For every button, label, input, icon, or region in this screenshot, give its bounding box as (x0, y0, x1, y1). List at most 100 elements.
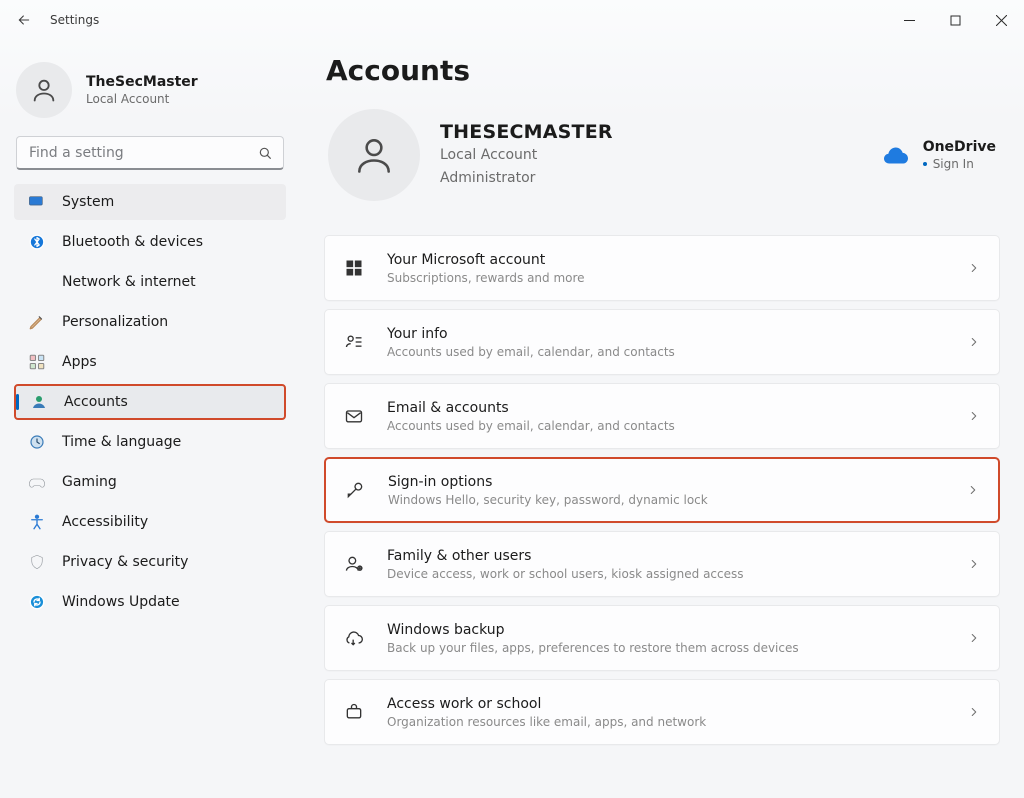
user-name: TheSecMaster (86, 74, 198, 90)
card-subtitle: Windows Hello, security key, password, d… (388, 493, 944, 507)
card-title: Your Microsoft account (387, 252, 945, 268)
arrow-left-icon (16, 12, 32, 28)
yourinfo-icon (343, 331, 365, 353)
card-subtitle: Accounts used by email, calendar, and co… (387, 419, 945, 433)
sidebar-item-label: Time & language (62, 434, 181, 450)
card-title: Access work or school (387, 696, 945, 712)
sidebar-item-label: System (62, 194, 114, 210)
maximize-icon (950, 15, 961, 26)
sidebar-user[interactable]: TheSecMaster Local Account (14, 56, 286, 136)
sidebar-item-label: Gaming (62, 474, 117, 490)
sidebar-item-label: Bluetooth & devices (62, 234, 203, 250)
card-subtitle: Subscriptions, rewards and more (387, 271, 945, 285)
onedrive-block[interactable]: OneDrive Sign In (883, 139, 996, 171)
sidebar-item-gaming[interactable]: Gaming (14, 464, 286, 500)
card-subtitle: Device access, work or school users, kio… (387, 567, 945, 581)
family-icon (343, 553, 365, 575)
sidebar-item-label: Apps (62, 354, 97, 370)
card-email[interactable]: Email & accounts Accounts used by email, … (324, 383, 1000, 449)
email-icon (343, 405, 365, 427)
update-icon (28, 593, 46, 611)
user-subtitle: Local Account (86, 92, 198, 106)
sidebar-item-label: Network & internet (62, 274, 196, 290)
chevron-right-icon (967, 335, 981, 349)
search-input[interactable] (17, 137, 283, 168)
card-title: Your info (387, 326, 945, 342)
time-icon (28, 433, 46, 451)
chevron-right-icon (966, 483, 980, 497)
sidebar-item-apps[interactable]: Apps (14, 344, 286, 380)
card-subtitle: Organization resources like email, apps,… (387, 715, 945, 729)
sidebar-item-network[interactable]: Network & internet (14, 264, 286, 300)
card-title: Windows backup (387, 622, 945, 638)
card-msaccount[interactable]: Your Microsoft account Subscriptions, rew… (324, 235, 1000, 301)
accessibility-icon (28, 513, 46, 531)
card-family[interactable]: Family & other users Device access, work … (324, 531, 1000, 597)
sidebar-item-label: Personalization (62, 314, 168, 330)
sidebar-item-bluetooth[interactable]: Bluetooth & devices (14, 224, 286, 260)
onedrive-signin[interactable]: Sign In (923, 157, 996, 171)
minimize-button[interactable] (886, 4, 932, 36)
msaccount-icon (343, 257, 365, 279)
card-title: Family & other users (387, 548, 945, 564)
sidebar-item-privacy[interactable]: Privacy & security (14, 544, 286, 580)
chevron-right-icon (967, 261, 981, 275)
card-title: Email & accounts (387, 400, 945, 416)
card-subtitle: Accounts used by email, calendar, and co… (387, 345, 945, 359)
back-button[interactable] (16, 12, 32, 28)
window-title: Settings (50, 13, 99, 27)
privacy-icon (28, 553, 46, 571)
window-controls (886, 4, 1024, 36)
cloud-icon (883, 146, 909, 164)
account-avatar (328, 109, 420, 201)
close-button[interactable] (978, 4, 1024, 36)
maximize-button[interactable] (932, 4, 978, 36)
chevron-right-icon (967, 631, 981, 645)
apps-icon (28, 353, 46, 371)
card-signin[interactable]: Sign-in options Windows Hello, security k… (324, 457, 1000, 523)
sidebar-item-accounts[interactable]: Accounts (14, 384, 286, 420)
account-name: THESECMASTER (440, 121, 613, 143)
page-title: Accounts (326, 54, 1000, 87)
onedrive-label: OneDrive (923, 139, 996, 155)
person-icon (352, 133, 396, 177)
sidebar-item-time[interactable]: Time & language (14, 424, 286, 460)
titlebar: Settings (0, 0, 1024, 40)
sidebar-item-label: Privacy & security (62, 554, 188, 570)
search-icon (257, 145, 273, 161)
sidebar-item-update[interactable]: Windows Update (14, 584, 286, 620)
bluetooth-icon (28, 233, 46, 251)
person-icon (30, 76, 58, 104)
sidebar-item-label: Accessibility (62, 514, 148, 530)
work-icon (343, 701, 365, 723)
chevron-right-icon (967, 557, 981, 571)
signin-icon (344, 479, 366, 501)
sidebar-item-system[interactable]: System (14, 184, 286, 220)
chevron-right-icon (967, 705, 981, 719)
minimize-icon (904, 15, 915, 26)
search-box[interactable] (16, 136, 284, 170)
card-subtitle: Back up your files, apps, preferences to… (387, 641, 945, 655)
sidebar-item-label: Windows Update (62, 594, 180, 610)
network-icon (28, 273, 46, 291)
personalize-icon (28, 313, 46, 331)
avatar (16, 62, 72, 118)
account-line2: Administrator (440, 168, 613, 189)
sidebar-item-personalize[interactable]: Personalization (14, 304, 286, 340)
chevron-right-icon (967, 409, 981, 423)
gaming-icon (28, 473, 46, 491)
backup-icon (343, 627, 365, 649)
card-yourinfo[interactable]: Your info Accounts used by email, calenda… (324, 309, 1000, 375)
sidebar-item-accessibility[interactable]: Accessibility (14, 504, 286, 540)
accounts-icon (30, 393, 48, 411)
card-backup[interactable]: Windows backup Back up your files, apps, … (324, 605, 1000, 671)
account-cards: Your Microsoft account Subscriptions, rew… (324, 235, 1000, 745)
card-work[interactable]: Access work or school Organization resour… (324, 679, 1000, 745)
content: Accounts THESECMASTER Local Account Admi… (300, 40, 1024, 798)
account-header: THESECMASTER Local Account Administrator… (324, 109, 1000, 201)
system-icon (28, 193, 46, 211)
account-line1: Local Account (440, 145, 613, 166)
close-icon (996, 15, 1007, 26)
card-title: Sign-in options (388, 474, 944, 490)
sidebar-nav: System Bluetooth & devices Network & inter… (14, 184, 286, 620)
